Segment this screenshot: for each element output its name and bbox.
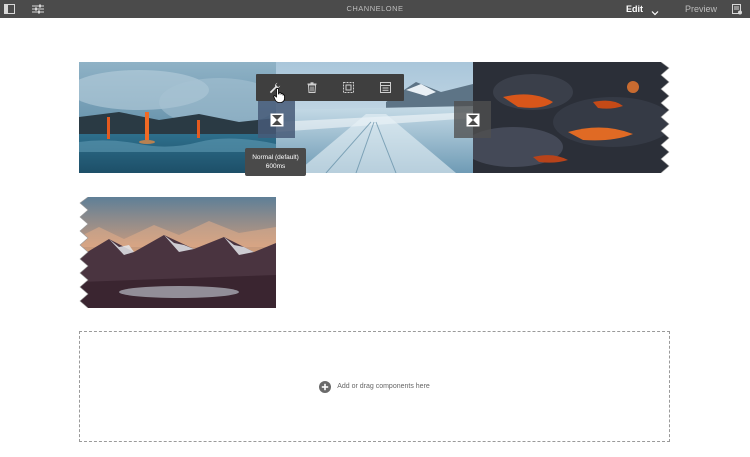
- group-icon: [343, 82, 354, 93]
- image-lava-rocks[interactable]: [473, 62, 670, 173]
- delete-button[interactable]: [293, 74, 330, 101]
- tooltip-duration: 600ms: [265, 163, 286, 170]
- parent-button[interactable]: [367, 74, 404, 101]
- transition-tooltip: Normal (default) 600ms: [245, 148, 306, 176]
- tooltip-title: Normal (default): [252, 154, 299, 161]
- hourglass-icon: [466, 113, 479, 126]
- group-button[interactable]: [330, 74, 367, 101]
- page-info-icon[interactable]: [731, 0, 743, 18]
- edit-mode-button[interactable]: Edit: [626, 0, 643, 18]
- drop-zone-label: Add or drag components here: [337, 383, 430, 390]
- preview-mode-button[interactable]: Preview: [685, 0, 717, 18]
- chevron-down-icon[interactable]: [651, 4, 659, 22]
- image-mountain-sunset[interactable]: [79, 197, 276, 308]
- hand-cursor-icon: [273, 88, 285, 108]
- transition-toggle-right[interactable]: [454, 101, 491, 138]
- drop-zone[interactable]: Add or drag components here: [79, 331, 670, 442]
- add-circle-icon[interactable]: [319, 380, 332, 393]
- hourglass-icon: [270, 113, 283, 126]
- trash-icon: [307, 82, 316, 93]
- parent-icon: [380, 82, 391, 93]
- top-bar: CHANNELONE Edit Preview: [0, 0, 750, 18]
